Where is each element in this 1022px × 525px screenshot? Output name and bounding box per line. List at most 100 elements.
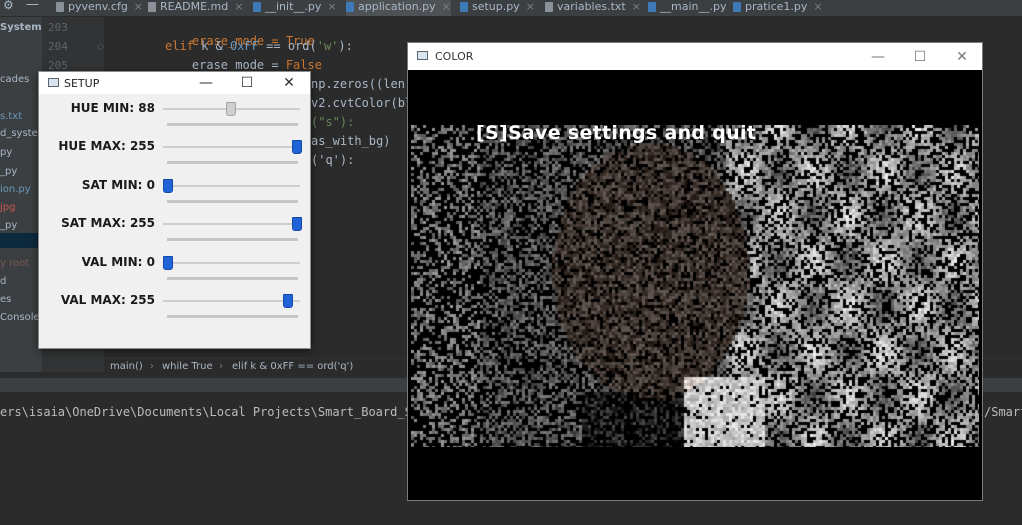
project-tree-item[interactable]: _py: [0, 166, 17, 178]
setup-title-bar[interactable]: SETUP — ☐ ✕: [39, 72, 310, 94]
file-icon: [253, 2, 261, 12]
minimize-button[interactable]: —: [863, 47, 893, 67]
trackbar-slider[interactable]: [163, 185, 300, 187]
trackbar-label: SAT MAX: 255: [61, 216, 155, 230]
tab-setup-py[interactable]: setup.py ×: [460, 0, 535, 16]
minimize-button[interactable]: —: [194, 73, 218, 93]
trackbar-groove: [167, 123, 298, 126]
maximize-button[interactable]: ☐: [235, 73, 259, 93]
code-line[interactable]: ('q'):: [311, 153, 354, 167]
trackbar-slider[interactable]: [163, 223, 300, 225]
trackbar-label: VAL MAX: 255: [60, 293, 155, 307]
file-icon: [56, 2, 64, 12]
close-button[interactable]: ✕: [947, 47, 977, 67]
tab--init-py[interactable]: __init__.py ×: [253, 0, 337, 16]
trackbar-label: HUE MIN: 88: [70, 101, 155, 115]
tab-label: setup.py: [472, 0, 520, 13]
project-tree-item[interactable]: cades: [0, 74, 29, 86]
file-icon: [460, 2, 468, 12]
breadcrumb-item[interactable]: main(): [110, 361, 143, 372]
color-window: COLOR — ☐ ✕ [S]Save settings and quit: [407, 42, 983, 501]
project-tree-item[interactable]: d: [0, 276, 6, 288]
project-tree-item[interactable]: py: [0, 147, 12, 159]
code-line[interactable]: elif k & 0xFF == ord('w'):: [165, 39, 353, 53]
project-tree-item[interactable]: jpg: [0, 202, 15, 214]
trackbar-thumb[interactable]: [292, 217, 302, 231]
trackbar-slider[interactable]: [163, 262, 300, 264]
file-icon: [346, 2, 354, 12]
tab-label: application.py: [358, 0, 436, 13]
trackbar-thumb[interactable]: [163, 179, 173, 193]
tab-label: pyvenv.cfg: [68, 0, 128, 13]
code-line[interactable]: ("s"):: [311, 115, 354, 129]
tab-label: __main__.py: [660, 0, 727, 13]
trackbar-groove: [167, 277, 298, 280]
close-tab-icon[interactable]: ×: [526, 0, 535, 13]
trackbar-thumb[interactable]: [292, 140, 302, 154]
project-tree-item[interactable]: Consoles: [0, 312, 42, 324]
trackbar-thumb[interactable]: [282, 294, 293, 308]
tab-readme-md[interactable]: README.md ×: [148, 0, 243, 16]
close-tab-icon[interactable]: ×: [327, 0, 336, 13]
trackbar-groove: [167, 238, 298, 241]
breadcrumb-item[interactable]: while True: [162, 361, 213, 372]
close-tab-icon[interactable]: ×: [442, 0, 451, 13]
project-tree-item[interactable]: d_system: [0, 128, 42, 140]
code-line[interactable]: np.zeros((len(: [311, 77, 412, 91]
project-root-label[interactable]: System: [0, 22, 42, 34]
gear-icon[interactable]: ⚙: [3, 0, 14, 12]
trackbar-groove: [167, 200, 298, 203]
trackbar-slider[interactable]: [163, 146, 300, 148]
tab-label: README.md: [160, 0, 229, 13]
terminal-path-text: ers\isaia\OneDrive\Documents\Local Proje…: [0, 405, 412, 419]
code-line[interactable]: as_with_bg): [311, 134, 390, 148]
trackbar-slider[interactable]: [163, 300, 300, 302]
close-tab-icon[interactable]: ×: [234, 0, 243, 13]
project-tree-item[interactable]: s.txt: [0, 111, 22, 123]
tab-application-py[interactable]: application.py ×: [346, 0, 451, 16]
overlay-instruction-text: [S]Save settings and quit: [476, 122, 757, 144]
close-tab-icon[interactable]: ×: [632, 0, 641, 13]
project-tree-item[interactable]: y root: [0, 258, 29, 270]
close-tab-icon[interactable]: ×: [134, 0, 143, 13]
line-number: 203: [48, 21, 68, 34]
project-tree-item[interactable]: _py: [0, 220, 17, 232]
close-button[interactable]: ✕: [277, 73, 301, 93]
collapse-icon[interactable]: —: [26, 0, 39, 12]
fold-icon[interactable]: ◇: [97, 42, 104, 52]
line-number: 204: [48, 40, 68, 53]
setup-window: SETUP — ☐ ✕ HUE MIN: 88 HUE MAX: 255 SAT M…: [38, 71, 311, 349]
terminal-path-text-tail: /Smart: [984, 405, 1022, 419]
file-icon: [733, 2, 741, 12]
code-line[interactable]: v2.cvtColor(bl: [311, 96, 412, 110]
color-title-bar[interactable]: COLOR — ☐ ✕: [408, 43, 982, 70]
close-tab-icon[interactable]: ×: [813, 0, 822, 13]
tab-variables-txt[interactable]: variables.txt ×: [545, 0, 641, 16]
trackbar-thumb[interactable]: [226, 102, 237, 116]
breadcrumb-item[interactable]: elif k & 0xFF == ord('q'): [232, 361, 353, 372]
window-icon: [417, 51, 428, 60]
camera-feed: [411, 125, 979, 447]
file-icon: [545, 2, 553, 12]
project-panel: System cades s.txt d_systempy _py ion.py jpg _…: [0, 17, 42, 372]
code-line[interactable]: erase_mode = False: [163, 58, 322, 72]
tab-pyvenv-cfg[interactable]: pyvenv.cfg ×: [56, 0, 143, 16]
tab--main-py[interactable]: __main__.py×: [648, 0, 742, 16]
trackbar-label: VAL MIN: 0: [81, 255, 155, 269]
tab-label: pratice1.py: [745, 0, 808, 13]
file-icon: [648, 2, 656, 12]
project-tree-item[interactable]: ion.py: [0, 184, 31, 196]
project-tree-selected-row[interactable]: [0, 233, 42, 248]
trackbar-groove: [167, 315, 298, 318]
trackbar-label: SAT MIN: 0: [81, 178, 155, 192]
file-icon: [148, 2, 156, 12]
tab-pratice1-py[interactable]: pratice1.py ×: [733, 0, 823, 16]
trackbar-thumb[interactable]: [163, 256, 173, 270]
trackbar-groove: [167, 161, 298, 164]
project-tree-item[interactable]: es: [0, 294, 11, 306]
maximize-button[interactable]: ☐: [905, 47, 935, 67]
window-icon: [48, 78, 59, 87]
setup-window-title: SETUP: [64, 77, 100, 90]
chevron-right-icon: ›: [150, 361, 154, 372]
chevron-right-icon: ›: [219, 361, 223, 372]
